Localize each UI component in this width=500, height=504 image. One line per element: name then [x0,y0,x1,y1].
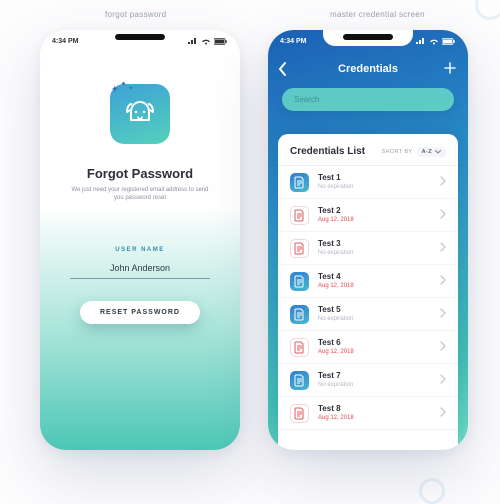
credential-row[interactable]: Test 1 No expiration [278,166,458,199]
wifi-icon [429,38,439,45]
credential-row[interactable]: Test 5 No expiration [278,298,458,331]
credential-subtitle: Aug 12, 2018 [318,349,440,355]
credential-subtitle: Aug 12, 2018 [318,283,440,289]
plus-icon [444,62,456,74]
phone-forgot-password: 4:34 PM ✦✦✦ Forgot Password We just need… [40,30,240,450]
document-icon [290,173,309,192]
page-title: Forgot Password [40,166,240,181]
credential-title: Test 7 [318,372,440,381]
credential-subtitle: No expiration [318,184,440,190]
username-label: USER NAME [40,247,240,253]
sparkle-icon: ✦✦✦ [111,84,129,95]
row-disclosure [440,272,446,290]
row-disclosure [440,371,446,389]
chevron-right-icon [440,374,446,384]
credential-title: Test 3 [318,240,440,249]
mockup-caption-left: forgot password [105,10,166,19]
document-icon [290,371,309,390]
document-icon [290,305,309,324]
row-disclosure [440,239,446,257]
chevron-right-icon [440,176,446,186]
credential-subtitle: Aug 12, 2018 [318,217,440,223]
device-notch [115,34,165,40]
signal-icon [188,38,198,45]
credential-row[interactable]: Test 4 Aug 12, 2018 [278,265,458,298]
row-disclosure [440,305,446,323]
document-icon [290,404,309,423]
credential-title: Test 1 [318,174,440,183]
row-disclosure [440,338,446,356]
page-subtitle: We just need your registered email addre… [40,186,240,203]
list-title: Credentials List [290,146,365,157]
decorative-circle [475,0,500,20]
back-button[interactable] [278,62,288,81]
credential-title: Test 5 [318,306,440,315]
username-input[interactable] [70,259,210,279]
screen-body: 4:34 PM ✦✦✦ Forgot Password We just need… [40,30,240,450]
battery-icon [442,38,456,45]
reset-password-button[interactable]: RESET PASSWORD [80,301,200,324]
credential-subtitle: No expiration [318,316,440,322]
wifi-icon [201,38,211,45]
sort-control[interactable]: SHORT BY A-Z [382,147,447,157]
document-icon [290,338,309,357]
app-logo: ✦✦✦ [105,84,175,154]
row-disclosure [440,173,446,191]
app-header: Credentials [268,52,468,86]
battery-icon [214,38,228,45]
document-icon [290,206,309,225]
credential-row[interactable]: Test 6 Aug 12, 2018 [278,331,458,364]
status-time: 4:34 PM [52,38,78,45]
credential-row[interactable]: Test 8 Aug 12, 2018 [278,397,458,430]
search-input[interactable] [282,88,454,111]
screen-body: 4:34 PM Credentials Credentials List SHO… [268,30,468,450]
chevron-right-icon [440,407,446,417]
chevron-right-icon [440,308,446,318]
credential-title: Test 6 [318,339,440,348]
phone-credentials: 4:34 PM Credentials Credentials List SHO… [268,30,468,450]
status-time: 4:34 PM [280,38,306,45]
credential-subtitle: Aug 12, 2018 [318,415,440,421]
credential-title: Test 4 [318,273,440,282]
chevron-down-icon [435,150,441,154]
chevron-right-icon [440,341,446,351]
device-notch [343,34,393,40]
credential-subtitle: No expiration [318,250,440,256]
chevron-right-icon [440,275,446,285]
credential-row[interactable]: Test 2 Aug 12, 2018 [278,199,458,232]
document-icon [290,272,309,291]
signal-icon [416,38,426,45]
credential-title: Test 2 [318,207,440,216]
add-button[interactable] [444,62,456,77]
header-title: Credentials [338,63,398,75]
credential-row[interactable]: Test 7 No expiration [278,364,458,397]
dog-icon [120,94,160,134]
sort-value: A-Z [422,149,432,155]
decorative-circle [419,478,445,504]
mockup-caption-right: master credential screen [330,10,425,19]
credential-row[interactable]: Test 3 No expiration [278,232,458,265]
document-icon [290,239,309,258]
credentials-card: Credentials List SHORT BY A-Z Test 1 No … [278,134,458,450]
credential-subtitle: No expiration [318,382,440,388]
row-disclosure [440,206,446,224]
sort-label: SHORT BY [382,149,413,155]
credentials-list: Test 1 No expiration Test 2 Aug 12, 2018… [278,165,458,430]
row-disclosure [440,404,446,422]
credential-title: Test 8 [318,405,440,414]
chevron-right-icon [440,209,446,219]
chevron-right-icon [440,242,446,252]
chevron-left-icon [278,62,288,76]
